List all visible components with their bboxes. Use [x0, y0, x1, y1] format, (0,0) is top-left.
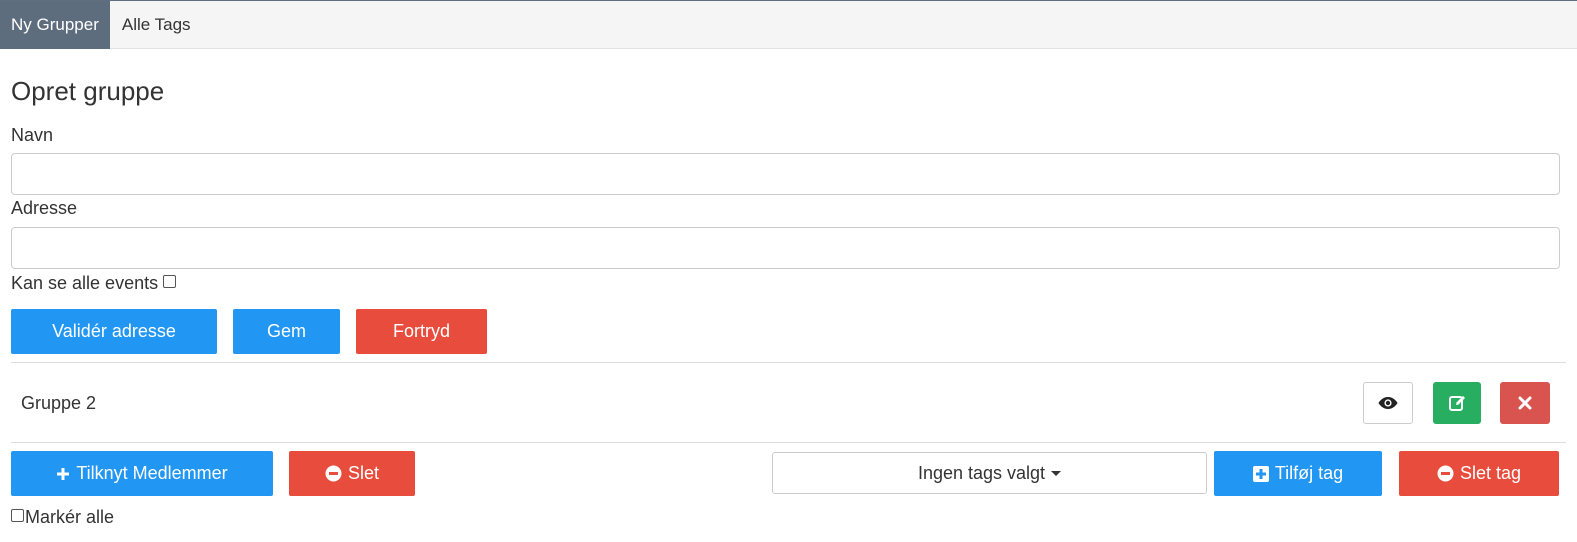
delete-group-button[interactable]	[1500, 382, 1550, 424]
select-all-row: Markér alle	[11, 507, 114, 528]
add-tag-button[interactable]: Tilføj tag	[1214, 451, 1382, 496]
tab-label: Alle Tags	[121, 15, 191, 34]
attach-members-label: Tilknyt Medlemmer	[76, 463, 228, 483]
delete-members-button[interactable]: Slet	[289, 451, 415, 496]
see-all-events-row: Kan se alle events	[11, 273, 177, 294]
select-all-label: Markér alle	[25, 507, 115, 527]
minus-circle-icon	[1437, 465, 1454, 482]
plus-square-icon	[1252, 465, 1269, 482]
tab-label: Ny Grupper	[11, 15, 99, 34]
cancel-label: Fortryd	[392, 321, 450, 341]
tab-ny-grupper[interactable]: Ny Grupper	[0, 1, 110, 49]
tab-alle-tags[interactable]: Alle Tags	[110, 1, 203, 49]
validate-address-button[interactable]: Validér adresse	[11, 309, 217, 354]
address-input[interactable]	[11, 227, 1560, 269]
select-all-checkbox[interactable]	[11, 509, 24, 522]
save-label: Gem	[266, 321, 306, 341]
tags-dropdown-label: Ingen tags valgt	[917, 462, 1046, 483]
add-tag-label: Tilføj tag	[1274, 463, 1344, 483]
address-label: Adresse	[11, 198, 78, 218]
divider	[11, 442, 1566, 443]
plus-icon	[56, 467, 70, 481]
delete-tag-label: Slet tag	[1459, 463, 1522, 483]
caret-down-icon	[1051, 470, 1062, 476]
see-all-events-checkbox[interactable]	[163, 275, 177, 288]
view-group-button[interactable]	[1363, 382, 1413, 424]
edit-group-button[interactable]	[1433, 382, 1481, 424]
name-input[interactable]	[11, 153, 1560, 195]
divider	[11, 362, 1566, 363]
name-label: Navn	[11, 125, 54, 145]
group-name: Gruppe 2	[21, 393, 97, 413]
validate-address-label: Validér adresse	[52, 321, 176, 341]
attach-members-button[interactable]: Tilknyt Medlemmer	[11, 451, 273, 496]
minus-circle-icon	[325, 465, 342, 482]
delete-members-label: Slet	[347, 463, 380, 483]
tags-dropdown[interactable]: Ingen tags valgt	[772, 452, 1207, 494]
save-button[interactable]: Gem	[233, 309, 340, 354]
eye-icon	[1378, 397, 1398, 409]
delete-tag-button[interactable]: Slet tag	[1399, 451, 1559, 496]
close-icon	[1518, 396, 1532, 410]
page-title: Opret gruppe	[11, 76, 165, 106]
tab-bar: Ny Grupper Alle Tags	[0, 0, 1577, 49]
cancel-button[interactable]: Fortryd	[356, 309, 487, 354]
edit-icon	[1449, 396, 1465, 411]
see-all-events-label: Kan se alle events	[11, 273, 159, 293]
